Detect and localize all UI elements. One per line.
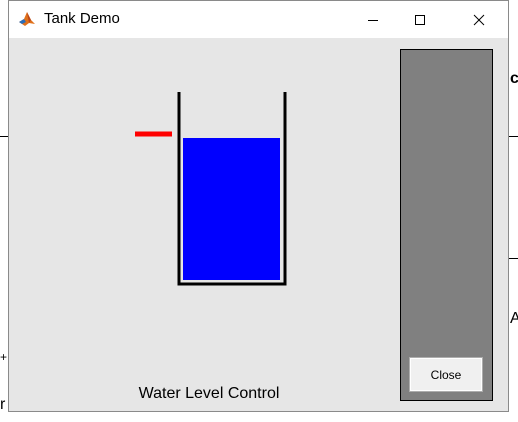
caption-water-level-control: Water Level Control	[138, 385, 280, 402]
background-text-fragment: r	[0, 396, 6, 413]
minimize-button[interactable]	[350, 1, 396, 38]
background-text-fragment: +	[0, 350, 8, 364]
window-title: Tank Demo	[44, 10, 120, 27]
maximize-icon	[415, 14, 425, 25]
background-divider	[0, 136, 8, 137]
window-close-button[interactable]	[456, 1, 502, 38]
matlab-icon	[18, 10, 36, 28]
tank-diagram	[135, 92, 287, 286]
close-icon	[473, 14, 485, 25]
minimize-icon	[368, 19, 378, 21]
tank-demo-window: Tank Demo Close Water Level Control	[8, 0, 509, 412]
background-divider	[509, 258, 518, 259]
maximize-button[interactable]	[397, 1, 443, 38]
background-text-fragment: A	[510, 310, 518, 327]
background-divider	[509, 136, 518, 137]
close-button[interactable]: Close	[409, 357, 483, 392]
background-text-fragment: c	[510, 70, 518, 87]
control-panel	[400, 49, 493, 401]
tank-water	[183, 138, 280, 280]
title-bar[interactable]: Tank Demo	[9, 1, 508, 38]
